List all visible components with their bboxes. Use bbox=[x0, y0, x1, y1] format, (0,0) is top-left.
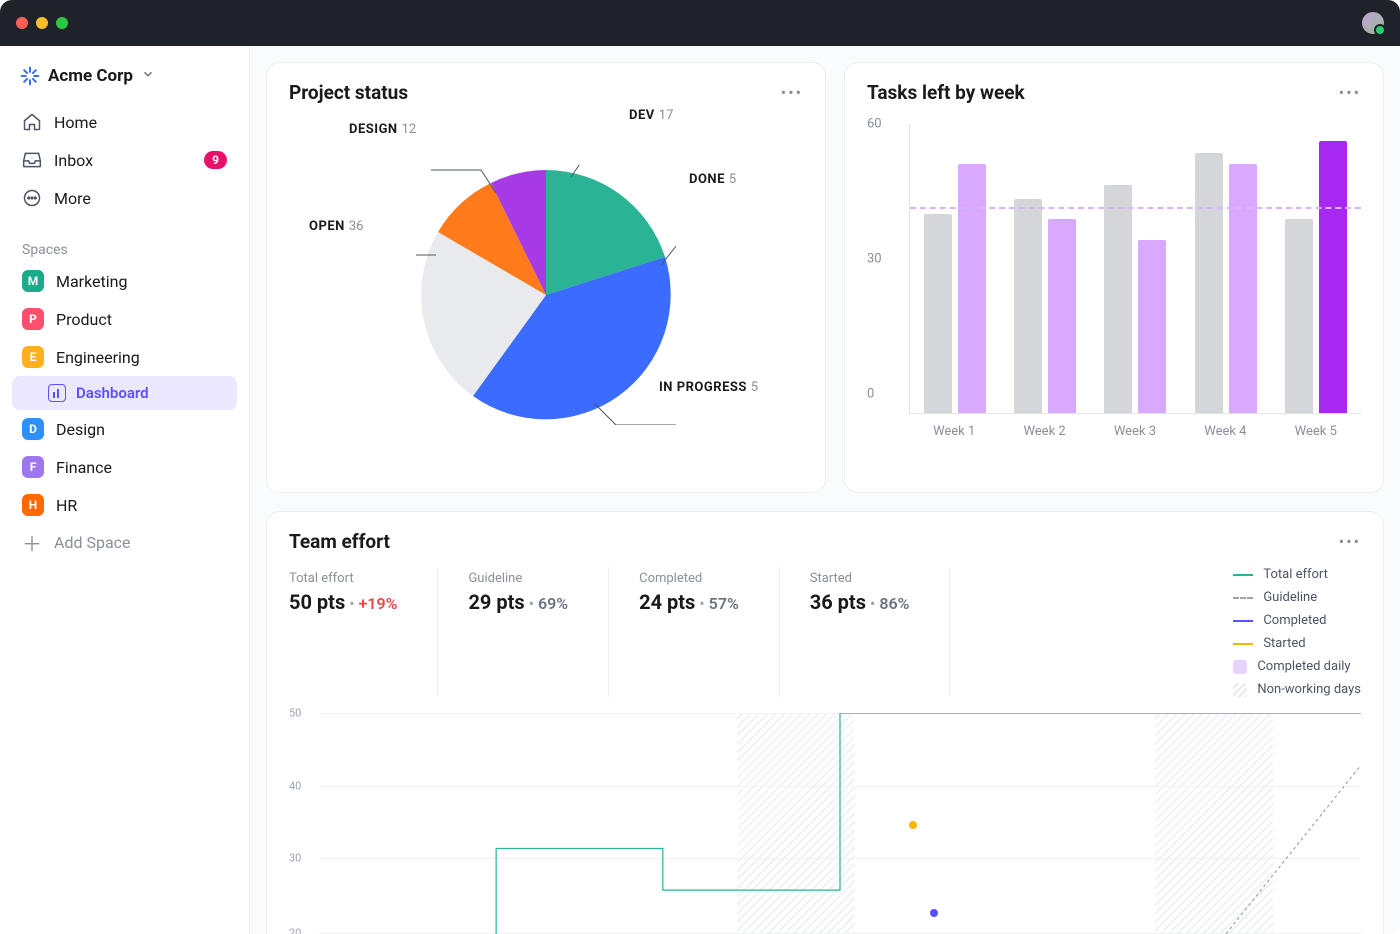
home-icon bbox=[22, 112, 42, 132]
plus-icon: ＋ bbox=[22, 532, 42, 552]
dashboard-label: Dashboard bbox=[76, 384, 149, 402]
bar-chart: 60 30 0 bbox=[867, 104, 1361, 474]
inbox-badge: 9 bbox=[204, 151, 227, 169]
space-label: Product bbox=[56, 310, 112, 329]
space-label: HR bbox=[56, 496, 77, 515]
card-title: Tasks left by week bbox=[867, 81, 1025, 104]
space-engineering-icon: E bbox=[22, 346, 44, 368]
metric-total-effort: Total effort 50 pts • +19% bbox=[289, 567, 438, 697]
spaces-section-label: Spaces bbox=[12, 238, 237, 262]
x-label: Week 3 bbox=[1114, 424, 1156, 439]
space-engineering[interactable]: E Engineering bbox=[12, 338, 237, 376]
space-finance-icon: F bbox=[22, 456, 44, 478]
close-window-icon[interactable] bbox=[16, 17, 28, 29]
card-menu-icon[interactable]: ••• bbox=[781, 83, 803, 102]
space-hr-icon: H bbox=[22, 494, 44, 516]
sidebar: Acme Corp Home Inbox 9 bbox=[0, 46, 250, 934]
tasks-by-week-card: Tasks left by week ••• 60 30 0 bbox=[844, 62, 1384, 493]
x-label: Week 4 bbox=[1204, 424, 1246, 439]
space-product[interactable]: P Product bbox=[12, 300, 237, 338]
y-tick: 20 bbox=[289, 927, 301, 934]
nav-home[interactable]: Home bbox=[12, 104, 237, 140]
add-space-label: Add Space bbox=[54, 533, 131, 552]
team-effort-card: Team effort ••• Total effort 50 pts • +1… bbox=[266, 511, 1384, 934]
avatar[interactable] bbox=[1360, 10, 1386, 36]
space-label: Design bbox=[56, 420, 105, 439]
space-product-icon: P bbox=[22, 308, 44, 330]
nav-more-label: More bbox=[54, 189, 91, 208]
nav-home-label: Home bbox=[54, 113, 97, 132]
bar-group-week-1 bbox=[924, 124, 986, 413]
bar-group-week-3 bbox=[1104, 124, 1166, 413]
space-hr[interactable]: H HR bbox=[12, 486, 237, 524]
space-finance[interactable]: F Finance bbox=[12, 448, 237, 486]
guideline-line bbox=[910, 207, 1361, 209]
maximize-window-icon[interactable] bbox=[56, 17, 68, 29]
more-icon bbox=[22, 188, 42, 208]
inbox-icon bbox=[22, 150, 42, 170]
space-design-icon: D bbox=[22, 418, 44, 440]
minimize-window-icon[interactable] bbox=[36, 17, 48, 29]
pie-chart bbox=[416, 165, 676, 425]
bar-group-week-5 bbox=[1285, 124, 1347, 413]
window-controls bbox=[16, 17, 68, 29]
x-label: Week 1 bbox=[933, 424, 975, 439]
card-menu-icon[interactable]: ••• bbox=[1339, 532, 1361, 551]
add-space-button[interactable]: ＋ Add Space bbox=[12, 524, 237, 560]
y-tick: 40 bbox=[289, 779, 301, 792]
workspace-logo-icon bbox=[20, 66, 40, 86]
card-title: Project status bbox=[289, 81, 408, 104]
effort-legend: Total effort Guideline Completed Started… bbox=[1233, 567, 1361, 697]
space-marketing-icon: M bbox=[22, 270, 44, 292]
metric-completed: Completed 24 pts • 57% bbox=[639, 567, 780, 697]
y-tick: 30 bbox=[289, 852, 301, 865]
space-label: Marketing bbox=[56, 272, 127, 291]
nav-inbox[interactable]: Inbox 9 bbox=[12, 142, 237, 178]
chevron-down-icon bbox=[141, 66, 155, 86]
workspace-name: Acme Corp bbox=[48, 66, 133, 86]
space-marketing[interactable]: M Marketing bbox=[12, 262, 237, 300]
card-menu-icon[interactable]: ••• bbox=[1339, 83, 1361, 102]
project-status-card: Project status ••• bbox=[266, 62, 826, 493]
sidebar-item-dashboard[interactable]: Dashboard bbox=[12, 376, 237, 410]
bar-group-week-2 bbox=[1014, 124, 1076, 413]
titlebar bbox=[0, 0, 1400, 46]
bar-group-week-4 bbox=[1195, 124, 1257, 413]
y-tick: 50 bbox=[289, 707, 301, 720]
dashboard-icon bbox=[48, 384, 66, 402]
space-design[interactable]: D Design bbox=[12, 410, 237, 448]
x-label: Week 2 bbox=[1023, 424, 1065, 439]
y-tick: 60 bbox=[867, 117, 882, 132]
workspace-switcher[interactable]: Acme Corp bbox=[12, 60, 237, 92]
main-content: Project status ••• bbox=[250, 46, 1400, 934]
nav-inbox-label: Inbox bbox=[54, 151, 93, 170]
x-label: Week 5 bbox=[1295, 424, 1337, 439]
y-tick: 30 bbox=[867, 252, 882, 267]
space-label: Finance bbox=[56, 458, 112, 477]
space-label: Engineering bbox=[56, 348, 140, 367]
nav-more[interactable]: More bbox=[12, 180, 237, 216]
y-tick: 0 bbox=[867, 387, 874, 402]
metric-guideline: Guideline 29 pts • 69% bbox=[468, 567, 609, 697]
card-title: Team effort bbox=[289, 530, 390, 553]
effort-line-chart: 50 40 30 20 bbox=[289, 713, 1361, 933]
metric-started: Started 36 pts • 86% bbox=[810, 567, 951, 697]
